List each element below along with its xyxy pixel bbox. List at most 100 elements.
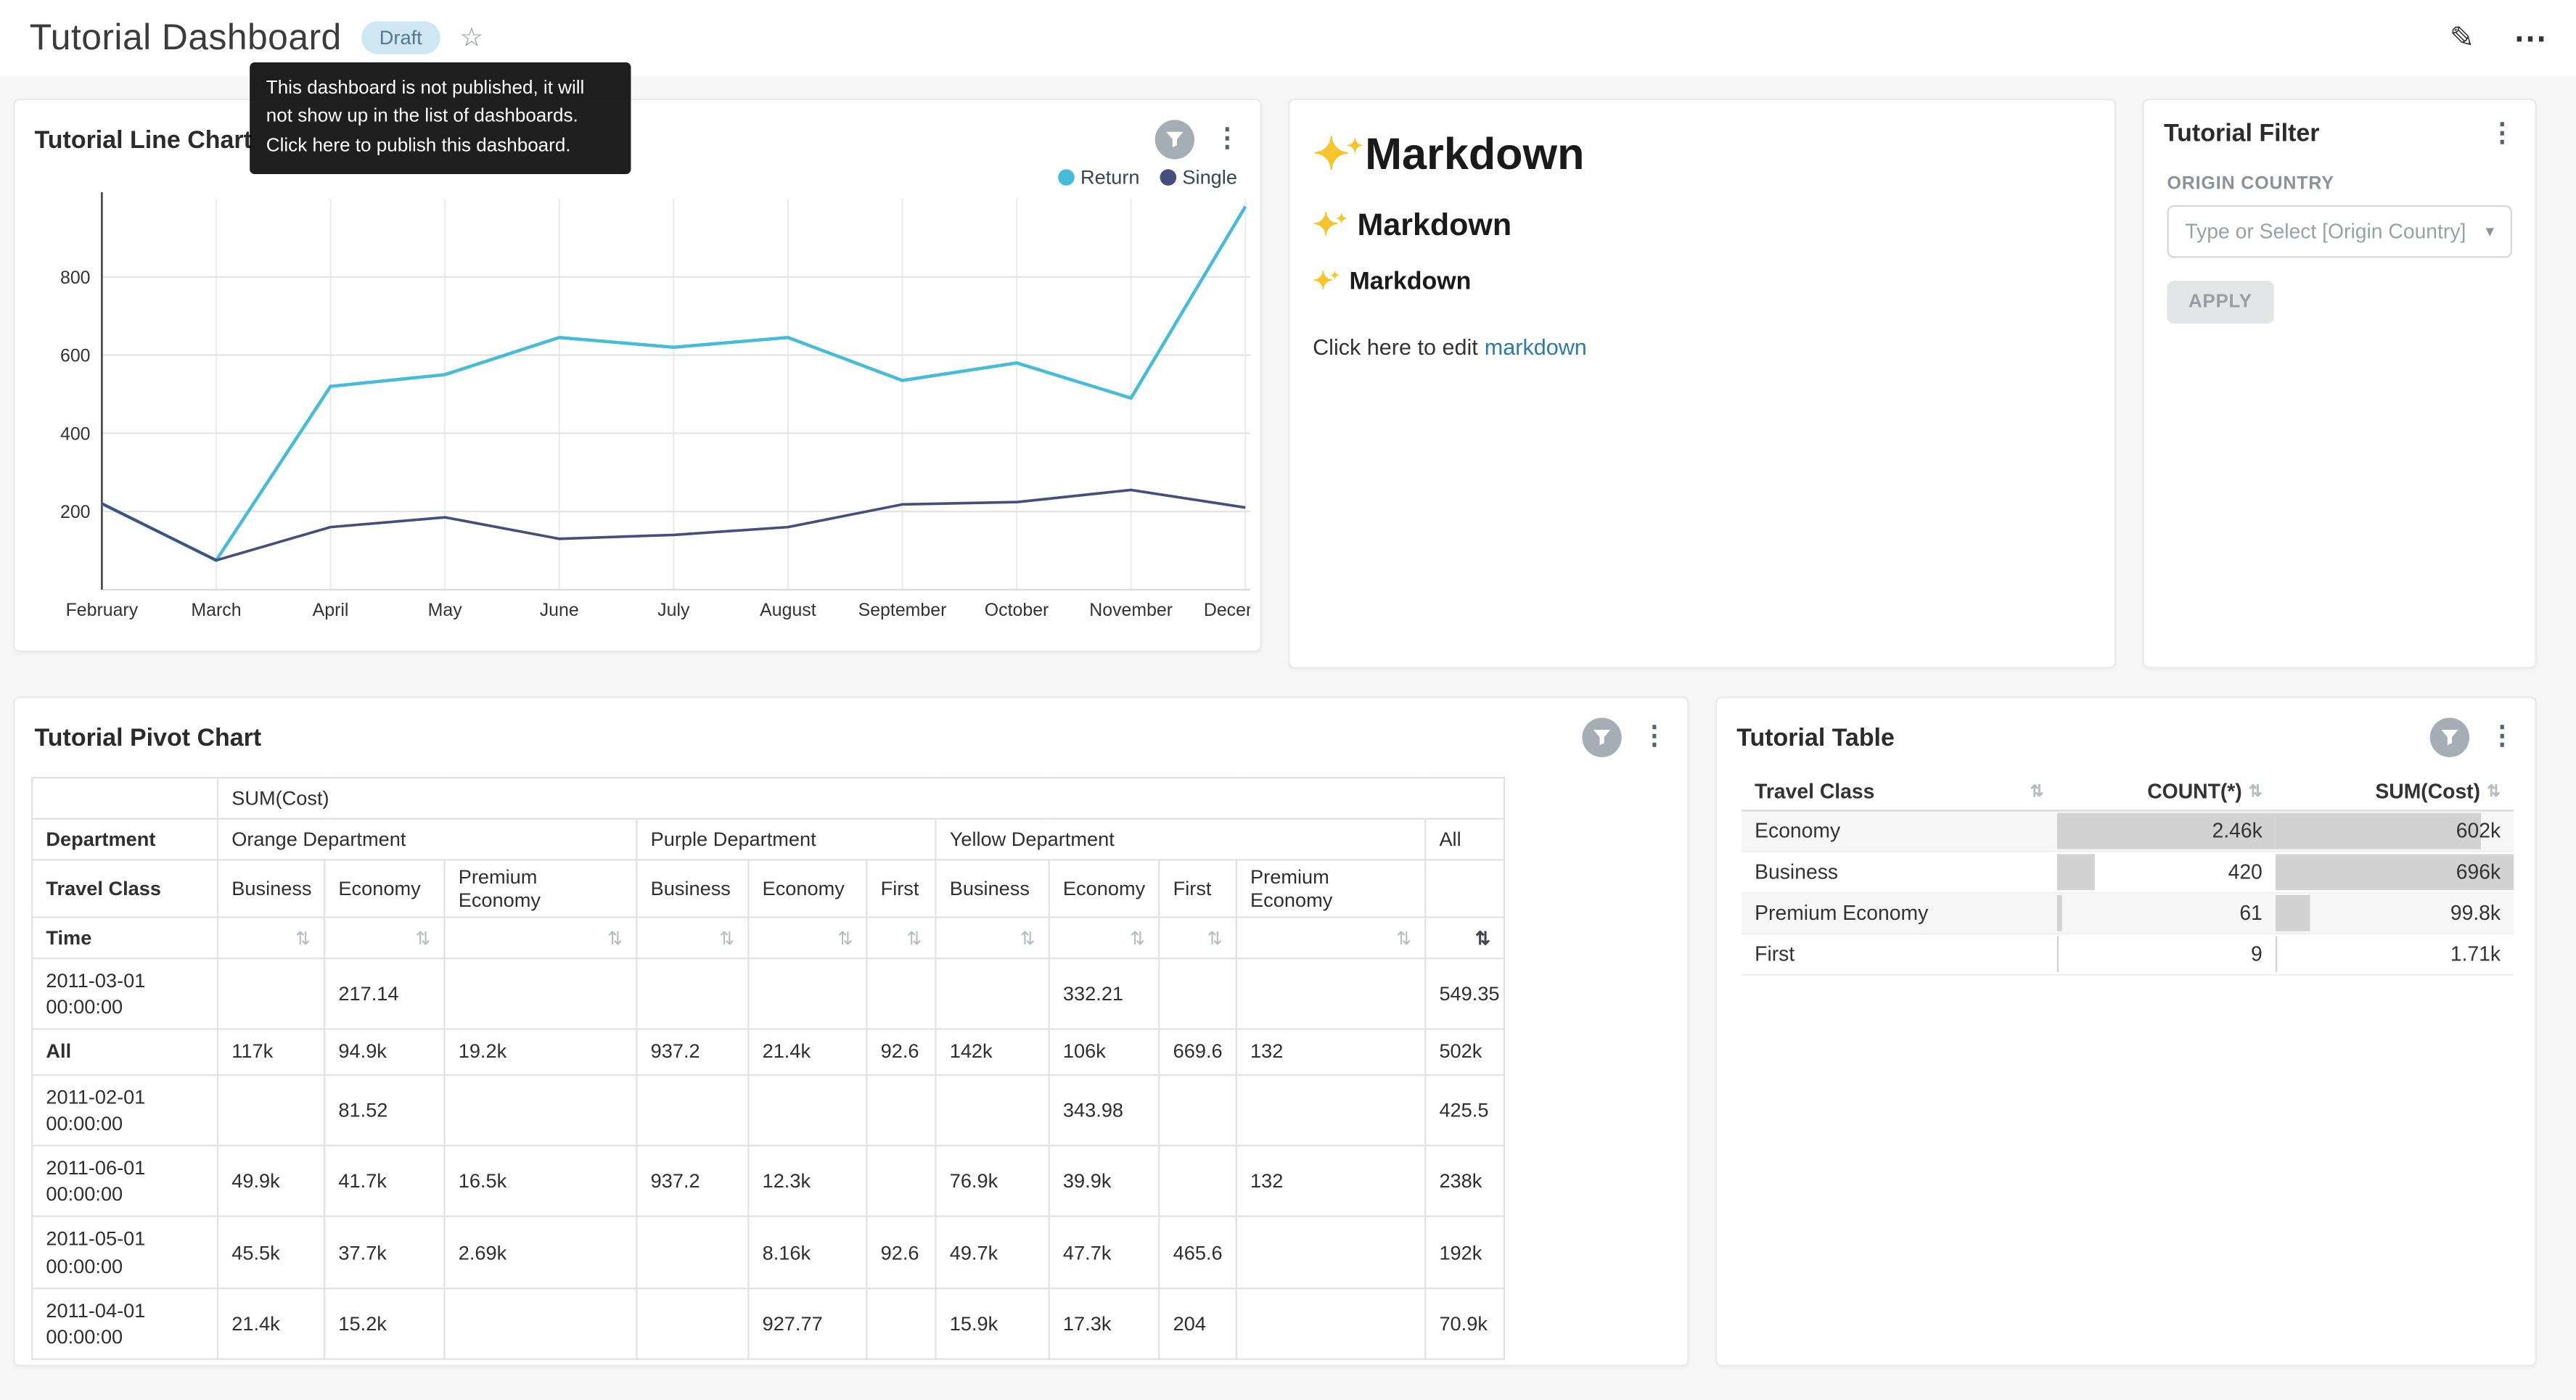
- filter-indicator-icon[interactable]: [1582, 717, 1621, 757]
- pivot-cell: [748, 958, 866, 1029]
- x-axis-tick: October: [985, 600, 1049, 620]
- sort-icon[interactable]: ⇅: [837, 930, 853, 950]
- pivot-row-label: 2011-02-01 00:00:00: [32, 1074, 218, 1145]
- origin-country-select[interactable]: Type or Select [Origin Country] ▾: [2167, 205, 2511, 258]
- table-card-title: Tutorial Table: [1736, 723, 1895, 751]
- legend-dot: [1057, 169, 1074, 186]
- sort-icon[interactable]: ⇅: [906, 930, 922, 950]
- pivot-sort-header[interactable]: ⇅: [636, 918, 748, 959]
- pivot-cell: 47.7k: [1049, 1216, 1160, 1288]
- pivot-cell: [1159, 958, 1236, 1029]
- cta-text: Click here to edit: [1313, 335, 1478, 360]
- sparkle-icon: ✦✦: [1313, 130, 1363, 179]
- count-cell: 9: [2057, 934, 2276, 975]
- sort-icon[interactable]: ⇅: [607, 930, 623, 950]
- pivot-sort-header[interactable]: ⇅: [1159, 918, 1236, 959]
- sort-icon[interactable]: ⇅: [1020, 930, 1035, 950]
- line-chart-title: Tutorial Line Chart: [35, 125, 252, 153]
- travel-class-cell: Economy: [1742, 810, 2057, 852]
- pivot-cell: [935, 1074, 1049, 1145]
- pivot-cell: 2.69k: [444, 1216, 636, 1288]
- pivot-cell: [866, 958, 935, 1029]
- pivot-sort-header[interactable]: ⇅: [324, 918, 444, 959]
- sort-icon[interactable]: ⇅: [295, 930, 311, 950]
- table-column-header[interactable]: SUM(Cost)⇅: [2276, 773, 2514, 810]
- pivot-cell: [1159, 1074, 1236, 1145]
- markdown-heading-1: ✦✦Markdown: [1313, 130, 2091, 181]
- legend-item-return[interactable]: Return: [1057, 166, 1139, 189]
- header-more-menu-icon[interactable]: ⋯: [2514, 17, 2546, 59]
- sort-icon[interactable]: ⇅: [415, 930, 430, 950]
- filter-indicator-icon[interactable]: [1155, 120, 1194, 159]
- pivot-cell: [1236, 958, 1425, 1029]
- pivot-leaf-header: Business: [218, 860, 324, 917]
- pivot-cell: 937.2: [636, 1145, 748, 1216]
- filter-indicator-icon[interactable]: [2430, 717, 2469, 757]
- card-header: Tutorial Table ⋮: [1717, 698, 2535, 767]
- card-actions: ⋮: [1582, 717, 1668, 757]
- favorite-star-icon[interactable]: ☆: [460, 21, 483, 54]
- x-axis-tick: August: [760, 600, 816, 620]
- pivot-cell: [218, 1074, 324, 1145]
- legend-item-single[interactable]: Single: [1160, 166, 1237, 189]
- y-axis-tick: 200: [60, 502, 91, 522]
- pivot-cell: 425.5: [1425, 1074, 1504, 1145]
- pivot-sort-header[interactable]: ⇅: [1049, 918, 1160, 959]
- x-axis-tick: September: [858, 600, 947, 620]
- pivot-cell: 92.6: [866, 1216, 935, 1288]
- pivot-cell: 549.35: [1425, 958, 1504, 1029]
- y-axis-tick: 400: [60, 424, 91, 444]
- pivot-leaf-header: Economy: [324, 860, 444, 917]
- filter-card: Tutorial Filter ⋮ ORIGIN COUNTRY Type or…: [2143, 99, 2537, 669]
- sort-icon[interactable]: ⇅: [719, 930, 734, 950]
- sparkle-icon: ✦✦: [1313, 209, 1348, 244]
- sort-icon[interactable]: ⇅: [1396, 930, 1411, 950]
- draft-badge[interactable]: Draft: [361, 21, 440, 54]
- line-chart-card: Tutorial Line Chart ⋮ Return Single 200 40…: [13, 99, 1262, 652]
- kebab-menu-icon[interactable]: ⋮: [1214, 126, 1240, 152]
- table-column-header[interactable]: COUNT(*)⇅: [2057, 773, 2276, 810]
- sort-icon[interactable]: ⇅: [1130, 930, 1145, 950]
- cell-value: 99.8k: [2450, 902, 2501, 925]
- cell-value: 1.71k: [2450, 943, 2501, 966]
- funnel-icon: [1165, 130, 1184, 149]
- pivot-cell: [866, 1074, 935, 1145]
- edit-markdown-link[interactable]: markdown: [1485, 335, 1587, 360]
- legend-label: Return: [1080, 166, 1140, 189]
- kebab-menu-icon[interactable]: ⋮: [2489, 120, 2515, 147]
- pivot-sort-header[interactable]: ⇅: [444, 918, 636, 959]
- pivot-sort-header[interactable]: ⇅: [218, 918, 324, 959]
- count-cell: 61: [2057, 893, 2276, 934]
- pivot-cell: 49.9k: [218, 1145, 324, 1216]
- pivot-sort-header[interactable]: ⇅: [935, 918, 1049, 959]
- apply-button[interactable]: APPLY: [2167, 281, 2273, 324]
- funnel-icon: [1592, 728, 1612, 747]
- sort-icon[interactable]: ⇅: [2487, 783, 2501, 801]
- value-bar: [2276, 813, 2482, 849]
- pivot-sort-header[interactable]: ⇅: [1236, 918, 1425, 959]
- pivot-sort-header[interactable]: ⇅: [1425, 918, 1504, 959]
- pivot-col-dimension-label: Travel Class: [32, 860, 218, 917]
- card-actions: ⋮: [2430, 717, 2516, 757]
- pivot-cell: 81.52: [324, 1074, 444, 1145]
- pivot-cell: 12.3k: [748, 1145, 866, 1216]
- pivot-cell: [636, 1288, 748, 1359]
- edit-pencil-icon[interactable]: ✎: [2450, 20, 2474, 55]
- pivot-cell: [1236, 1074, 1425, 1145]
- pivot-sort-header[interactable]: ⇅: [866, 918, 935, 959]
- value-bar: [2057, 936, 2058, 973]
- header-actions: ✎ ⋯: [2450, 17, 2547, 59]
- line-chart-plot: 200400600800FebruaryMarchAprilMayJuneJul…: [15, 186, 1250, 633]
- card-header: Tutorial Filter ⋮: [2144, 100, 2535, 157]
- kebab-menu-icon[interactable]: ⋮: [1641, 725, 1668, 751]
- sort-icon[interactable]: ⇅: [1207, 930, 1223, 950]
- pivot-sort-header[interactable]: ⇅: [748, 918, 866, 959]
- kebab-menu-icon[interactable]: ⋮: [2489, 725, 2515, 751]
- sort-icon[interactable]: ⇅: [2249, 783, 2263, 801]
- pivot-cell: 502k: [1425, 1029, 1504, 1074]
- sort-icon[interactable]: ⇅: [2030, 783, 2044, 801]
- pivot-row-dimension-label: Department: [32, 819, 218, 860]
- table-column-header[interactable]: Travel Class⇅: [1742, 773, 2057, 810]
- sort-icon[interactable]: ⇅: [1475, 930, 1490, 950]
- sum-cell: 696k: [2276, 852, 2514, 893]
